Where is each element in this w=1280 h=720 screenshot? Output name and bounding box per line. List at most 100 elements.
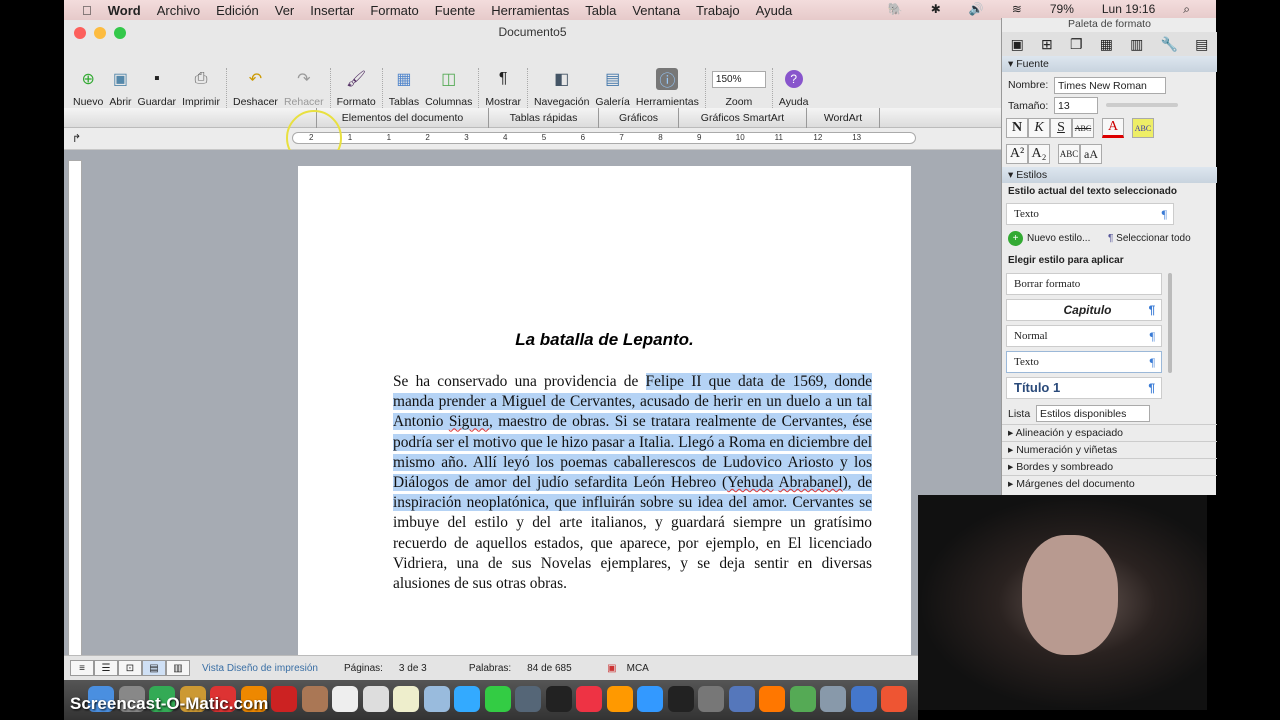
dock-app-icon[interactable]: [759, 686, 785, 712]
font-size-select[interactable]: 13: [1054, 97, 1098, 114]
abrir-button[interactable]: ▣ Abrir: [106, 68, 134, 108]
document-page[interactable]: La batalla de Lepanto. Se ha conservado …: [298, 166, 911, 675]
tab-wordart[interactable]: WordArt: [806, 108, 880, 128]
change-case-button[interactable]: aA: [1080, 144, 1102, 164]
dock-app-icon[interactable]: [332, 686, 358, 712]
styles-scrollbar[interactable]: [1168, 273, 1172, 373]
font-color-button[interactable]: A: [1102, 118, 1124, 138]
tab-stop-selector[interactable]: ↱: [72, 132, 81, 145]
spelling-error[interactable]: Yehuda: [727, 474, 773, 491]
apple-menu[interactable]: : [82, 3, 92, 18]
zoom-select[interactable]: 150%: [711, 71, 766, 88]
battery-percent[interactable]: 79%: [1050, 2, 1074, 17]
columnas-button[interactable]: ◫ Columnas: [422, 68, 475, 108]
draft-view-button[interactable]: ≡: [70, 660, 94, 676]
menu-ver[interactable]: Ver: [275, 3, 295, 18]
dock-app-icon[interactable]: [393, 686, 419, 712]
dock-app-icon[interactable]: [515, 686, 541, 712]
menu-ayuda[interactable]: Ayuda: [756, 3, 793, 18]
evernote-icon[interactable]: 🐘: [888, 2, 903, 17]
mostrar-button[interactable]: ¶ Mostrar: [482, 68, 524, 108]
font-size-slider[interactable]: [1106, 103, 1178, 107]
vertical-ruler[interactable]: [68, 160, 82, 670]
style-capitulo[interactable]: Capitulo ¶: [1006, 299, 1162, 321]
menu-trabajo[interactable]: Trabajo: [696, 3, 740, 18]
small-caps-button[interactable]: ABC: [1058, 144, 1080, 164]
scrapbook-tab-icon[interactable]: ▤: [1195, 36, 1208, 53]
section-bordes[interactable]: ▸ Bordes y sombreado: [1002, 458, 1217, 475]
document-title[interactable]: La batalla de Lepanto.: [298, 330, 911, 350]
tools-tab-icon[interactable]: 🔧: [1161, 36, 1178, 53]
wifi-icon[interactable]: ≋: [1012, 2, 1022, 17]
italic-button[interactable]: K: [1028, 118, 1050, 138]
zoom-window-button[interactable]: [114, 27, 126, 39]
navegacion-button[interactable]: ◧ Navegación: [531, 68, 592, 108]
spelling-error[interactable]: Abrabanel: [779, 474, 843, 491]
ruler-bar[interactable]: 2 1 1 2 3 4 5 6 7 8 9 10 11 12 13: [292, 132, 916, 144]
select-all-button[interactable]: ¶ Seleccionar todo: [1108, 233, 1191, 244]
print-layout-view-button[interactable]: ▤: [142, 660, 166, 676]
style-texto[interactable]: Texto ¶: [1006, 351, 1162, 373]
style-titulo-1[interactable]: Título 1 ¶: [1006, 377, 1162, 399]
media-tab-icon[interactable]: ▦: [1100, 36, 1113, 53]
tab-graficos[interactable]: Gráficos: [598, 108, 678, 128]
tab-graficos-smartart[interactable]: Gráficos SmartArt: [678, 108, 806, 128]
ayuda-button[interactable]: ? Ayuda: [776, 70, 812, 108]
objects-tab-icon[interactable]: ⊞: [1041, 36, 1053, 53]
text-unselected[interactable]: Se ha conservado una providencia de: [393, 373, 646, 390]
new-style-button[interactable]: + Nuevo estilo...: [1008, 231, 1090, 246]
fuente-section-header[interactable]: ▾ Fuente: [1002, 56, 1217, 72]
dock-app-icon[interactable]: [728, 686, 755, 712]
imprimir-button[interactable]: ⎙ Imprimir: [179, 68, 223, 108]
clock[interactable]: Lun 19:16: [1102, 2, 1155, 17]
spelling-error[interactable]: Sigura: [449, 413, 489, 430]
deshacer-button[interactable]: ↶ Deshacer: [230, 68, 281, 108]
close-button[interactable]: [74, 27, 86, 39]
estilos-section-header[interactable]: ▾ Estilos: [1002, 167, 1217, 183]
clipboard-tab-icon[interactable]: ❐: [1070, 36, 1083, 53]
dock-app-icon[interactable]: [698, 686, 724, 712]
style-borrar-formato[interactable]: Borrar formato: [1006, 273, 1162, 295]
dock-app-icon[interactable]: [362, 686, 389, 712]
dock-app-icon[interactable]: [301, 686, 328, 712]
herramientas-button[interactable]: ⓘ Herramientas: [633, 68, 702, 108]
outline-view-button[interactable]: ☰: [94, 660, 118, 676]
dock-app-icon[interactable]: [667, 686, 694, 712]
dock-app-icon[interactable]: [271, 686, 297, 712]
menu-formato[interactable]: Formato: [370, 3, 418, 18]
dock-app-icon[interactable]: [423, 686, 450, 712]
document-paragraph[interactable]: Se ha conservado una providencia de Feli…: [393, 372, 872, 594]
bold-button[interactable]: N: [1006, 118, 1028, 138]
dock-app-icon[interactable]: [850, 686, 877, 712]
notebook-view-button[interactable]: ▥: [166, 660, 190, 676]
menu-insertar[interactable]: Insertar: [310, 3, 354, 18]
formato-button[interactable]: 🖌 Formato: [334, 68, 379, 108]
galeria-button[interactable]: ▤ Galería: [592, 68, 632, 108]
menu-tabla[interactable]: Tabla: [585, 3, 616, 18]
section-alineacion[interactable]: ▸ Alineación y espaciado: [1002, 424, 1217, 441]
dock-app-icon[interactable]: [545, 686, 572, 712]
nuevo-button[interactable]: ⊕ Nuevo: [70, 68, 106, 108]
dock-app-icon[interactable]: [820, 686, 846, 712]
bluetooth-icon[interactable]: ✱: [931, 2, 941, 17]
rehacer-button[interactable]: ↷ Rehacer: [281, 68, 327, 108]
text-unselected[interactable]: imbuye del estilo y del arte italianos, …: [393, 514, 872, 592]
tablas-button[interactable]: ▦ Tablas: [386, 68, 422, 108]
spelling-status-icon[interactable]: ▣: [607, 663, 616, 674]
dock-app-icon[interactable]: [454, 686, 480, 712]
highlight-button[interactable]: ABC: [1132, 118, 1154, 138]
dock-app-icon[interactable]: [606, 686, 633, 712]
tab-tablas-rapidas[interactable]: Tablas rápidas: [488, 108, 598, 128]
menu-herramientas[interactable]: Herramientas: [491, 3, 569, 18]
minimize-button[interactable]: [94, 27, 106, 39]
volume-icon[interactable]: 🔊: [969, 2, 984, 17]
format-tab-icon[interactable]: ▣: [1011, 36, 1024, 53]
dock-app-icon[interactable]: [576, 686, 602, 712]
menu-fuente[interactable]: Fuente: [435, 3, 475, 18]
dock-app-icon[interactable]: [637, 686, 663, 712]
strikethrough-button[interactable]: ABC: [1072, 118, 1094, 138]
spotlight-icon[interactable]: ⌕: [1183, 2, 1190, 17]
font-name-select[interactable]: Times New Roman: [1054, 77, 1166, 94]
horizontal-ruler[interactable]: ↱ 2 1 1 2 3 4 5 6 7 8 9 10 11 12 13: [64, 128, 1001, 150]
dock-app-icon[interactable]: [484, 686, 511, 712]
